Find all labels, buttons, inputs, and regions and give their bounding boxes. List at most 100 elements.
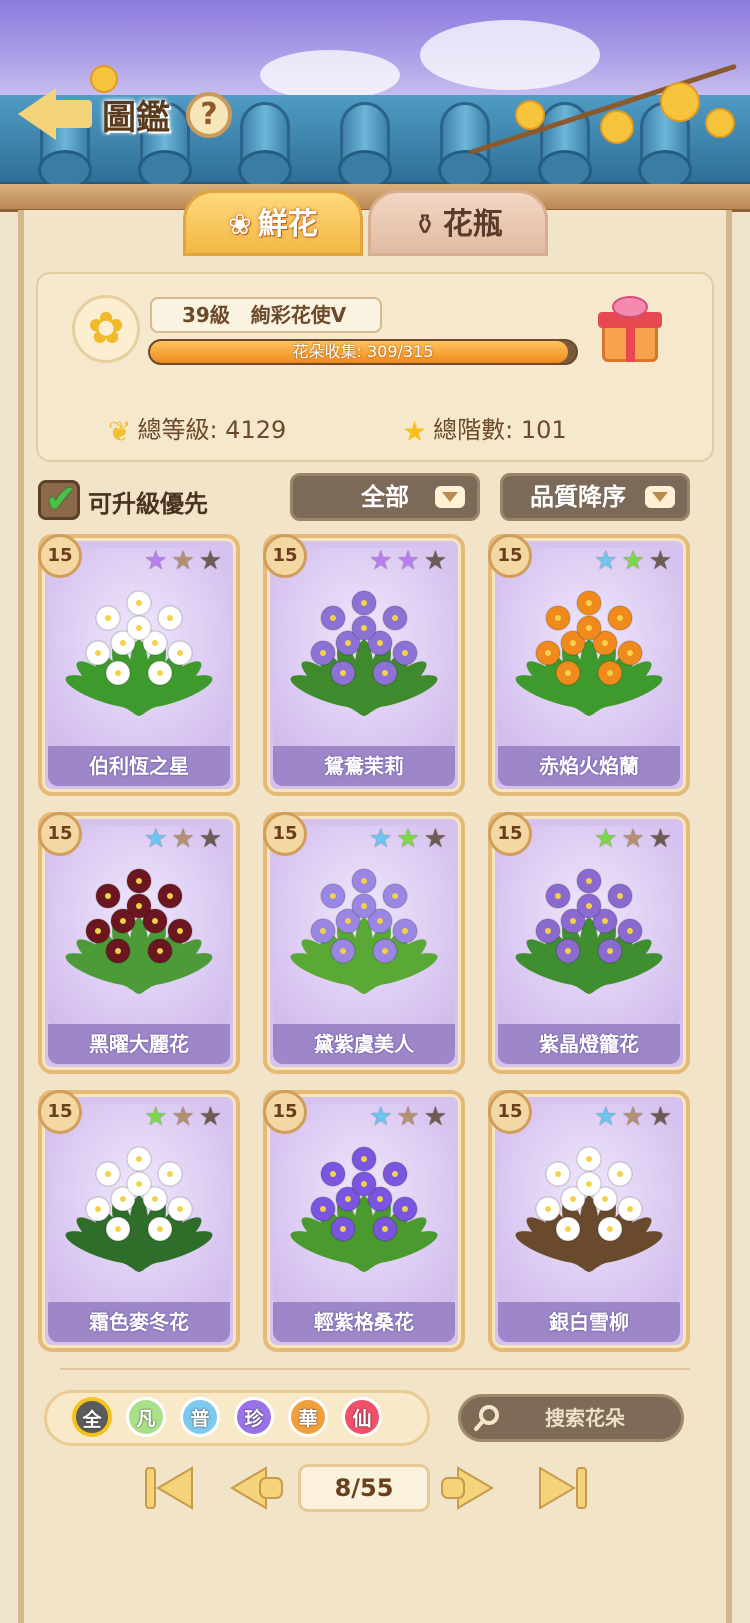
first-page-icon xyxy=(145,1466,193,1510)
flower-card[interactable]: 15 ★★★ 鴛鴦茉莉 xyxy=(263,534,465,796)
total-level-text: 總等級: 4129 xyxy=(137,416,287,444)
flower-plant-illustration xyxy=(65,1146,213,1272)
card-flower-name: 伯利恆之星 xyxy=(48,746,230,786)
category-dropdown[interactable]: 全部 xyxy=(290,473,480,521)
flower-card[interactable]: 15 ★★★ 黛紫虞美人 xyxy=(263,812,465,1074)
last-page-button[interactable] xyxy=(530,1464,590,1512)
star-icon: ★ xyxy=(198,546,226,576)
tab-vases[interactable]: ⚱ 花瓶 xyxy=(368,190,548,256)
flower-plant-illustration xyxy=(515,1146,663,1272)
card-flower-name: 銀白雪柳 xyxy=(498,1302,680,1342)
flower-card[interactable]: 15 ★★★ 輕紫格桑花 xyxy=(263,1090,465,1352)
card-level-badge: 15 xyxy=(263,534,307,578)
search-icon xyxy=(474,1405,499,1431)
star-icon: ★ xyxy=(648,546,676,576)
total-level-stat: ❦ 總等級: 4129 xyxy=(108,410,286,448)
sort-dropdown[interactable]: 品質降序 xyxy=(500,473,690,521)
tab-vases-label: 花瓶 xyxy=(442,207,503,242)
card-flower-name: 赤焰火焰蘭 xyxy=(498,746,680,786)
flower-plant-illustration xyxy=(290,1146,438,1272)
star-icon: ★ xyxy=(396,1102,424,1132)
flower-art xyxy=(48,548,230,748)
first-page-button[interactable] xyxy=(142,1464,202,1512)
card-stars: ★★★ xyxy=(594,546,676,576)
blossom-decoration xyxy=(600,110,634,144)
star-icon: ★ xyxy=(594,824,622,854)
flower-plant-illustration xyxy=(65,868,213,994)
collection-progress-bar: 花朵收集: 309/315 xyxy=(148,339,578,365)
flower-card[interactable]: 15 ★★★ 霜色麥冬花 xyxy=(38,1090,240,1352)
flower-card[interactable]: 15 ★★★ 黑曜大麗花 xyxy=(38,812,240,1074)
page-indicator: 8/55 xyxy=(298,1464,430,1512)
rarity-filter-chip[interactable]: 仙 xyxy=(342,1397,382,1437)
flower-art xyxy=(48,826,230,1026)
rarity-filter-chip[interactable]: 珍 xyxy=(234,1397,274,1437)
star-icon: ★ xyxy=(594,546,622,576)
flower-art xyxy=(273,1104,455,1304)
back-arrow-icon xyxy=(18,88,56,140)
upgrade-priority-checkbox[interactable]: ✔ xyxy=(38,477,80,521)
level-plate: 39級 絢彩花使V xyxy=(150,297,382,333)
star-icon: ★ xyxy=(171,1102,199,1132)
rarity-filter-chip[interactable]: 全 xyxy=(72,1397,112,1437)
previous-page-button[interactable] xyxy=(226,1464,286,1512)
flower-art xyxy=(273,548,455,748)
flower-art xyxy=(498,826,680,1026)
card-flower-name: 鴛鴦茉莉 xyxy=(273,746,455,786)
card-flower-name: 霜色麥冬花 xyxy=(48,1302,230,1342)
star-icon: ★ xyxy=(198,824,226,854)
gift-bow xyxy=(612,296,648,318)
upgrade-priority-label: 可升級優先 xyxy=(88,490,208,518)
star-icon: ★ xyxy=(648,824,676,854)
card-stars: ★★★ xyxy=(369,1102,451,1132)
cloud xyxy=(420,20,600,90)
flower-art xyxy=(498,548,680,748)
help-button[interactable]: ? xyxy=(186,92,232,138)
gift-box-button[interactable] xyxy=(598,296,662,366)
card-flower-name: 黛紫虞美人 xyxy=(273,1024,455,1064)
flower-plant-illustration xyxy=(65,590,213,716)
card-stars: ★★★ xyxy=(594,1102,676,1132)
player-rank-title: 絢彩花使V xyxy=(250,303,347,327)
star-icon: ★ xyxy=(648,1102,676,1132)
flower-art xyxy=(48,1104,230,1304)
blossom-decoration xyxy=(515,100,545,130)
flower-card[interactable]: 15 ★★★ 紫晶燈籠花 xyxy=(488,812,690,1074)
blossom-decoration xyxy=(660,82,700,122)
card-level-badge: 15 xyxy=(488,1090,532,1134)
card-stars: ★★★ xyxy=(594,824,676,854)
flower-card[interactable]: 15 ★★★ 伯利恆之星 xyxy=(38,534,240,796)
cloud xyxy=(260,50,400,100)
star-icon: ★ xyxy=(594,1102,622,1132)
flower-plant-illustration xyxy=(290,590,438,716)
flower-plant-illustration xyxy=(515,590,663,716)
last-page-icon xyxy=(539,1466,587,1510)
star-icon: ★ xyxy=(423,824,451,854)
star-icon: ★ xyxy=(621,1102,649,1132)
flower-plant-illustration xyxy=(290,868,438,994)
chevron-down-icon xyxy=(435,486,465,508)
tab-flowers[interactable]: ❀ 鮮花 xyxy=(183,190,363,256)
next-page-icon xyxy=(441,1466,494,1510)
flower-card[interactable]: 15 ★★★ 銀白雪柳 xyxy=(488,1090,690,1352)
rarity-filter-chip[interactable]: 普 xyxy=(180,1397,220,1437)
star-icon: ★ xyxy=(144,1102,172,1132)
star-icon: ★ xyxy=(198,1102,226,1132)
next-page-button[interactable] xyxy=(438,1464,498,1512)
sprout-icon: ❦ xyxy=(108,415,132,448)
flower-card[interactable]: 15 ★★★ 赤焰火焰蘭 xyxy=(488,534,690,796)
flower-plant-illustration xyxy=(515,868,663,994)
tab-flowers-label: 鮮花 xyxy=(257,207,318,242)
back-arrow-tail xyxy=(52,100,92,128)
card-level-badge: 15 xyxy=(488,812,532,856)
rarity-filter-chip[interactable]: 凡 xyxy=(126,1397,166,1437)
star-icon: ★ xyxy=(369,824,397,854)
total-stage-text: 總階數: 101 xyxy=(433,416,567,444)
search-flowers-field[interactable]: 搜索花朵 xyxy=(458,1394,684,1442)
back-button[interactable] xyxy=(18,82,96,142)
star-icon: ★ xyxy=(144,546,172,576)
rarity-filter-chip[interactable]: 華 xyxy=(288,1397,328,1437)
star-icon: ★ xyxy=(396,546,424,576)
card-level-badge: 15 xyxy=(263,1090,307,1134)
checkmark-icon: ✔ xyxy=(45,477,77,521)
